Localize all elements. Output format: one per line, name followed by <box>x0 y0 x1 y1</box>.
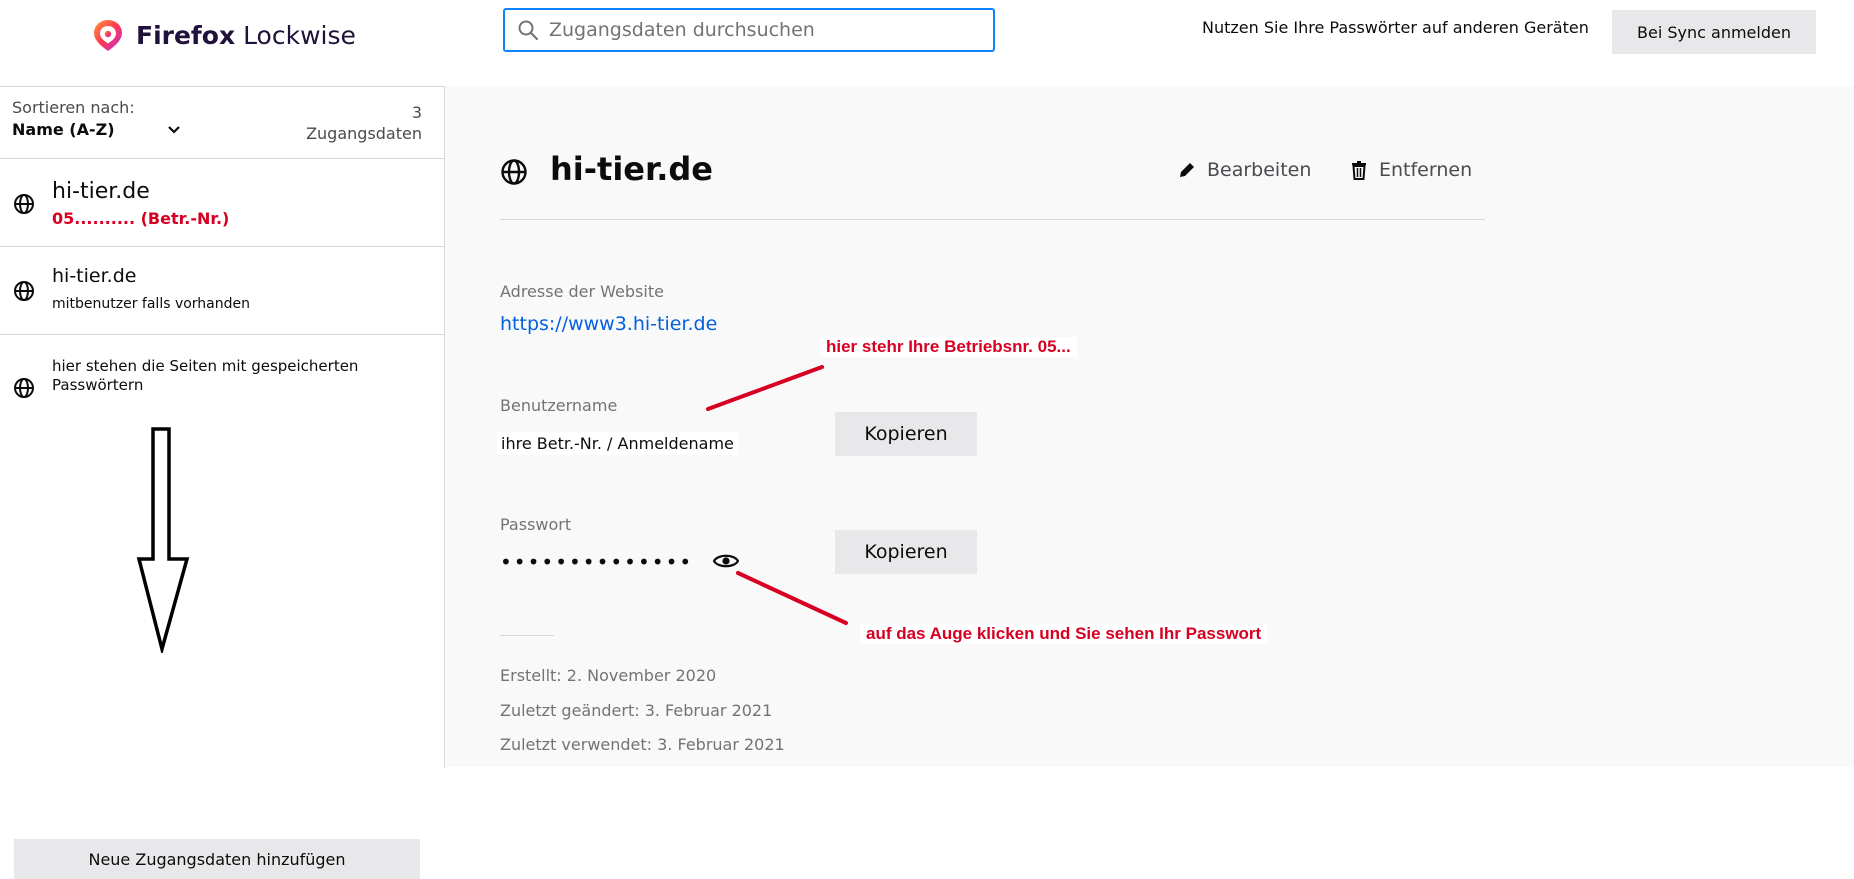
username-label: Benutzername <box>500 396 618 415</box>
sidebar: Sortieren nach: Name (A-Z) 3 Zugangsdate… <box>0 86 445 879</box>
remove-label: Entfernen <box>1379 159 1473 181</box>
eye-icon[interactable] <box>713 551 739 571</box>
list-item-subtitle: mitbenutzer falls vorhanden <box>52 296 251 312</box>
modified-date: Zuletzt geändert: 3. Februar 2021 <box>500 701 773 720</box>
list-item-subtitle: 05.......... (Betr.-Nr.) <box>52 209 230 228</box>
app-header: Firefox Lockwise Nutzen Sie Ihre Passwör… <box>0 0 1854 86</box>
pencil-icon <box>1180 163 1194 177</box>
list-item[interactable]: hi-tier.de 05.......... (Betr.-Nr.) <box>0 158 444 246</box>
created-date: Erstellt: 2. November 2020 <box>500 666 717 685</box>
list-item-title: hi-tier.de <box>52 179 150 204</box>
arrow-down-annotation-icon <box>136 427 190 653</box>
chevron-down-icon <box>167 125 180 134</box>
globe-icon <box>14 378 34 398</box>
website-link[interactable]: https://www3.hi-tier.de <box>500 313 717 335</box>
search-icon <box>518 20 539 41</box>
sort-select[interactable]: Name (A-Z) <box>12 120 181 139</box>
sort-value: Name (A-Z) <box>12 120 115 139</box>
detail-panel <box>445 86 1854 767</box>
sync-hint-text: Nutzen Sie Ihre Passwörter auf anderen G… <box>1202 18 1589 37</box>
globe-icon <box>14 281 34 301</box>
app-logo[interactable]: Firefox Lockwise <box>90 12 356 58</box>
list-item[interactable]: hier stehen die Seiten mit gespeicherten… <box>0 334 444 454</box>
list-item-title: hi-tier.de <box>52 265 137 287</box>
divider <box>500 219 1485 220</box>
search-box[interactable] <box>503 8 995 52</box>
annotation-username-hint: hier stehr Ihre Betriebsnr. 05... <box>820 337 1077 357</box>
edit-button[interactable]: Bearbeiten <box>1177 159 1311 181</box>
last-used-date: Zuletzt verwendet: 3. Februar 2021 <box>500 735 785 754</box>
website-label: Adresse der Website <box>500 282 664 301</box>
login-title: hi-tier.de <box>550 150 713 188</box>
annotation-eye-hint: auf das Auge klicken und Sie sehen Ihr P… <box>860 624 1268 644</box>
copy-password-button[interactable]: Kopieren <box>835 530 977 574</box>
sort-label: Sortieren nach: <box>12 98 135 117</box>
sync-signin-button[interactable]: Bei Sync anmelden <box>1612 10 1816 54</box>
divider <box>500 635 554 636</box>
list-item-title: hier stehen die Seiten mit gespeicherten… <box>52 357 359 394</box>
add-login-button[interactable]: Neue Zugangsdaten hinzufügen <box>14 839 420 879</box>
globe-icon <box>501 159 527 185</box>
list-item[interactable]: hi-tier.de mitbenutzer falls vorhanden <box>0 246 444 334</box>
password-label: Passwort <box>500 515 572 534</box>
edit-label: Bearbeiten <box>1207 159 1312 181</box>
globe-icon <box>14 194 34 214</box>
entry-count-label: Zugangsdaten <box>306 124 422 143</box>
password-value: •••••••••••••• <box>500 550 694 574</box>
username-value: ihre Betr.-Nr. / Anmeldename <box>497 432 738 455</box>
lockwise-logo-icon <box>94 20 122 51</box>
remove-button[interactable]: Entfernen <box>1349 159 1472 181</box>
entry-count: 3 <box>411 103 422 122</box>
logo-text: Firefox Lockwise <box>136 20 356 50</box>
trash-icon <box>1352 161 1366 180</box>
search-input[interactable] <box>547 18 971 42</box>
copy-username-button[interactable]: Kopieren <box>835 412 977 456</box>
